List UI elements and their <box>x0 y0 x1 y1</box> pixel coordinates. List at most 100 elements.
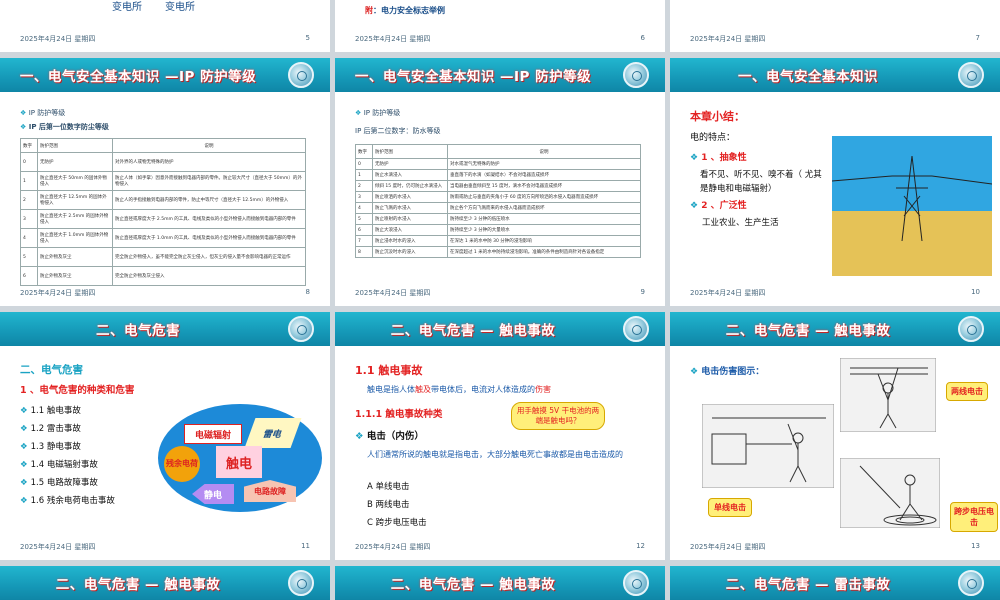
table-cell: 4 <box>355 202 373 214</box>
table-cell: 在深度超过 1 米的水中防持续浸泡影响。准确的条件由制造商针对各设备指定 <box>447 246 641 258</box>
table-cell: 5 <box>355 213 373 225</box>
water-subtitle: IP 后第二位数字：防水等级 <box>355 127 441 135</box>
table-cell: 防止外物及灰尘 <box>37 247 113 267</box>
slide-14[interactable]: 二、电气危害 — 触电事故 <box>0 566 330 600</box>
shock-types-heading: 1.1.1 触电事故种类 <box>355 409 443 420</box>
slide-banner: 二、电气危害 — 触电事故 <box>335 312 665 346</box>
bullet-ip: ❖ IP 防护等级 <box>20 109 66 117</box>
table-cell: 3 <box>355 191 373 203</box>
table-cell: 对水或湿气无特殊的防护 <box>447 158 641 170</box>
shock-accident-heading: 1.1 触电事故 <box>355 364 423 377</box>
table-cell: 对外界的人或物无特殊的防护 <box>112 152 306 172</box>
step-voltage-shock-image <box>840 458 940 528</box>
slide-title: 二、电气危害 — 触电事故 <box>390 323 556 339</box>
list-item: ❖ 1.5 电路故障事故 <box>20 478 98 488</box>
table-cell: 防止喷洒的水浸入 <box>372 191 448 203</box>
table-cell: 防止直径大于 50mm 的固体外物侵入 <box>37 171 113 191</box>
table-cell: 6 <box>355 224 373 236</box>
table-row: 4 防止飞溅的水浸入 防止各个方向飞溅而来的水侵入电器而造成损坏 <box>355 202 641 214</box>
slide-7[interactable]: 2025年4月24日 星期四 7 <box>670 0 1000 52</box>
slide-11[interactable]: 二、电气危害 二、电气危害 1 、电气危害的种类和危害 ❖ 1.1 触电事故 ❖ … <box>0 312 330 560</box>
slide-banner: 二、电气危害 — 触电事故 <box>0 566 330 600</box>
footer-date: 2025年4月24日 星期四 <box>690 289 766 297</box>
table-cell: 防雨或防止与垂直的夹角小于 60 度的方向所喷洒的水侵入电器而造成损坏 <box>447 191 641 203</box>
table-row: 8 防止沉没时水的浸入 在深度超过 1 米的水中防持续浸泡影响。准确的条件由制造商针… <box>355 246 641 258</box>
slide-12[interactable]: 二、电气危害 — 触电事故 1.1 触电事故 触电是指人体触及带电体后，电流对人… <box>335 312 665 560</box>
table-cell: 防止人体（如手掌）因意外而接触到电器内部的零件。防止较大尺寸（直径大于 50mm… <box>112 171 306 191</box>
table-row: 5 防止喷射的水浸入 防持续至少 3 分钟的低压喷水 <box>355 213 641 225</box>
illustration-heading: ❖ 电击伤害图示： <box>690 367 765 377</box>
slide-9[interactable]: 一、电气安全基本知识 —IP 防护等级 ❖ IP 防护等级 IP 后第二位数字：… <box>335 58 665 306</box>
list-item: C 跨步电压电击 <box>367 518 427 528</box>
globe-logo-icon <box>958 62 984 88</box>
table-cell: 防止直径或厚度大于 2.5mm 的工具、电线及类似的小型外物侵入而接触到电器内部… <box>112 209 306 229</box>
list-item: B 两线电击 <box>367 500 410 510</box>
list-item: ❖ 1.1 触电事故 <box>20 406 81 416</box>
table-row: 0 无防护 对水或湿气无特殊的防护 <box>355 158 641 170</box>
table-row: 2 倾斜 15 度时，仍可防止水滴浸入 当电器由垂直倾斜至 15 度时，滴水不会对电… <box>355 180 641 192</box>
question-bubble: 用手触摸 5V 干电池的两端是触电吗？ <box>511 402 605 430</box>
slide-number: 8 <box>305 288 310 296</box>
slide-number: 7 <box>975 34 980 42</box>
single-line-shock-image <box>702 404 834 488</box>
table-cell: 当电器由垂直倾斜至 15 度时，滴水不会对电器造成损坏 <box>447 180 641 192</box>
table-header-cell: 数字 <box>20 138 38 153</box>
slide-footer: 2025年4月24日 星期四 5 <box>0 34 330 44</box>
slide-number: 6 <box>640 34 645 42</box>
slide-8[interactable]: 一、电气安全基本知识 —IP 防护等级 ❖ IP 防护等级 ❖ IP 后第一位数… <box>0 58 330 306</box>
slide-footer: 2025年4月24日 星期四 8 <box>0 288 330 298</box>
slide-13[interactable]: 二、电气危害 — 触电事故 ❖ 电击伤害图示： 两线电击 单线电击 跨步电压电击… <box>670 312 1000 560</box>
table-cell: 6 <box>20 266 38 286</box>
slide-banner: 二、电气危害 — 触电事故 <box>335 566 665 600</box>
table-row: 3 防止直径大于 2.5mm 的固体外物侵入 防止直径或厚度大于 2.5mm 的工具… <box>20 209 306 229</box>
ip-dust-table: 数字 防护范围 说明 0 无防护 对外界的人或物无特殊的防护 1 防止直径大于 50mm 的固… <box>20 138 306 286</box>
table-cell: 完全防止外物侵入，虽不能完全防止灰尘侵入，但灰尘的侵入量不会影响电器的正常运作 <box>112 247 306 267</box>
globe-logo-icon <box>623 570 649 596</box>
slide-15[interactable]: 二、电气危害 — 触电事故 <box>335 566 665 600</box>
slide-6[interactable]: 附：电力安全标志举例 2025年4月24日 星期四 6 <box>335 0 665 52</box>
footer-date: 2025年4月24日 星期四 <box>20 543 96 551</box>
section-heading: 二、电气危害 <box>20 364 83 376</box>
table-cell: 无防护 <box>372 158 448 170</box>
table-cell: 防止直径大于 12.5mm 的固体外物侵入 <box>37 190 113 210</box>
table-header-cell: 防护范围 <box>37 138 113 153</box>
table-cell: 垂直落下的水滴（如凝结水）不会对电器造成损坏 <box>447 169 641 181</box>
footer-date: 2025年4月24日 星期四 <box>690 35 766 43</box>
table-header-cell: 说明 <box>112 138 306 153</box>
table-row: 1 防止水滴浸入 垂直落下的水滴（如凝结水）不会对电器造成损坏 <box>355 169 641 181</box>
list-item: ❖ 1.4 电磁辐射事故 <box>20 460 98 470</box>
point-broad-text: 工业农业、生产生活 <box>702 218 779 228</box>
bullet-first-digit: ❖ IP 后第一位数字防尘等级 <box>20 123 109 131</box>
slide-title: 一、电气安全基本知识 —IP 防护等级 <box>354 69 592 85</box>
single-line-tag: 单线电击 <box>708 498 752 517</box>
slide-banner: 二、电气危害 — 触电事故 <box>670 312 1000 346</box>
slide-banner: 一、电气安全基本知识 —IP 防护等级 <box>335 58 665 92</box>
list-item: ❖ 1.3 静电事故 <box>20 442 81 452</box>
table-cell: 防止水滴浸入 <box>372 169 448 181</box>
globe-logo-icon <box>288 570 314 596</box>
shock-definition: 触电是指人体触及带电体后，电流对人体造成的伤害 <box>367 385 551 394</box>
point-abstract-text: 看不见、听不见、嗅不着（ 尤其是静电和电磁辐射） <box>700 170 822 194</box>
hazard-types-heading: 1 、电气危害的种类和危害 <box>20 385 135 396</box>
table-cell: 1 <box>355 169 373 181</box>
slide-number: 11 <box>301 542 310 550</box>
table-row: 6 防止大浪浸入 防持续至少 3 分钟的大量喷水 <box>355 224 641 236</box>
footer-date: 2025年4月24日 星期四 <box>690 543 766 551</box>
table-cell: 防止大浪浸入 <box>372 224 448 236</box>
table-cell: 0 <box>355 158 373 170</box>
table-cell: 4 <box>20 228 38 248</box>
em-radiation-shape: 电磁辐射 <box>184 424 242 444</box>
table-cell: 完全防止外物及灰尘侵入 <box>112 266 306 286</box>
table-cell: 倾斜 15 度时，仍可防止水滴浸入 <box>372 180 448 192</box>
shock-type-list: A 单线电击 B 两线电击 C 跨步电压电击 <box>367 480 427 534</box>
slide-number: 10 <box>971 288 980 296</box>
slide-16[interactable]: 二、电气危害 — 雷击事故 <box>670 566 1000 600</box>
table-cell: 无防护 <box>37 152 113 172</box>
slide-5[interactable]: 变电所 变电所 2025年4月24日 星期四 5 <box>0 0 330 52</box>
slide-footer: 2025年4月24日 星期四 6 <box>335 34 665 44</box>
substation-label-2: 变电所 <box>165 2 195 13</box>
list-item: A 单线电击 <box>367 482 410 492</box>
slide-title: 二、电气危害 — 触电事故 <box>55 577 221 593</box>
slide-10[interactable]: 一、电气安全基本知识 本章小结： 电的特点： ❖ 1 、抽象性 看不见、听不见、… <box>670 58 1000 306</box>
slide-footer: 2025年4月24日 星期四 10 <box>670 288 1000 298</box>
